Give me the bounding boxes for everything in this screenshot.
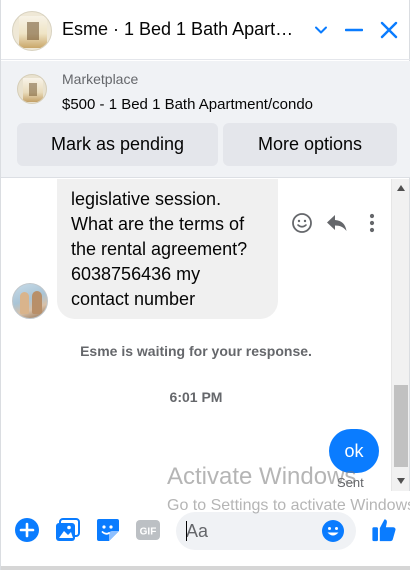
photo-icon[interactable] [55, 517, 81, 543]
reply-icon[interactable] [325, 211, 349, 235]
more-actions-icon[interactable] [360, 211, 384, 235]
message-scrollbar[interactable] [391, 179, 409, 491]
message-line: What are the terms of [71, 214, 245, 234]
scroll-down-arrow-icon[interactable] [397, 478, 405, 484]
marketplace-listing-bar: Marketplace $500 - 1 Bed 1 Bath Apartmen… [1, 61, 410, 178]
message-timestamp: 6:01 PM [169, 389, 223, 405]
message-line: contact number [71, 289, 196, 309]
message-line: 6038756436 my [71, 264, 201, 284]
minimize-icon[interactable] [340, 16, 368, 44]
mark-as-pending-button[interactable]: Mark as pending [17, 123, 218, 166]
listing-avatar[interactable] [12, 11, 52, 51]
scroll-up-arrow-icon[interactable] [397, 185, 405, 191]
marketplace-label: Marketplace [62, 71, 139, 87]
message-input[interactable] [186, 517, 316, 545]
message-line: the rental agreement? [71, 239, 248, 259]
message-list: legislative session. What are the terms … [1, 179, 391, 491]
waiting-notice: Esme is waiting for your response. [80, 343, 312, 359]
emoji-icon[interactable] [321, 519, 345, 543]
close-icon[interactable] [375, 16, 403, 44]
sent-status: Sent [337, 475, 364, 490]
chat-header: Esme · 1 Bed 1 Bath Apart… [1, 0, 410, 60]
gif-icon[interactable]: GIF [135, 517, 161, 543]
message-composer: GIF [1, 491, 410, 570]
message-input-box[interactable] [176, 512, 356, 550]
text-caret [186, 521, 187, 541]
react-emoji-icon[interactable] [290, 211, 314, 235]
listing-thumbnail[interactable] [17, 74, 47, 104]
chevron-down-icon[interactable] [307, 16, 335, 44]
chat-title[interactable]: Esme · 1 Bed 1 Bath Apart… [62, 19, 293, 40]
svg-text:GIF: GIF [140, 527, 157, 538]
message-line: legislative session. [71, 189, 222, 209]
more-options-button[interactable]: More options [223, 123, 397, 166]
scroll-thumb[interactable] [394, 385, 408, 467]
sender-avatar[interactable] [12, 283, 48, 319]
sticker-icon[interactable] [95, 517, 121, 543]
thumbs-up-icon[interactable] [371, 517, 397, 543]
outgoing-message-bubble[interactable]: ok [329, 429, 379, 473]
more-actions-plus-icon[interactable] [14, 517, 40, 543]
window-bottom-edge [1, 566, 410, 570]
listing-title[interactable]: $500 - 1 Bed 1 Bath Apartment/condo [62, 96, 313, 113]
incoming-message-text: legislative session. What are the terms … [71, 187, 271, 312]
chat-window: Esme · 1 Bed 1 Bath Apart… Marketplace $… [0, 0, 410, 570]
